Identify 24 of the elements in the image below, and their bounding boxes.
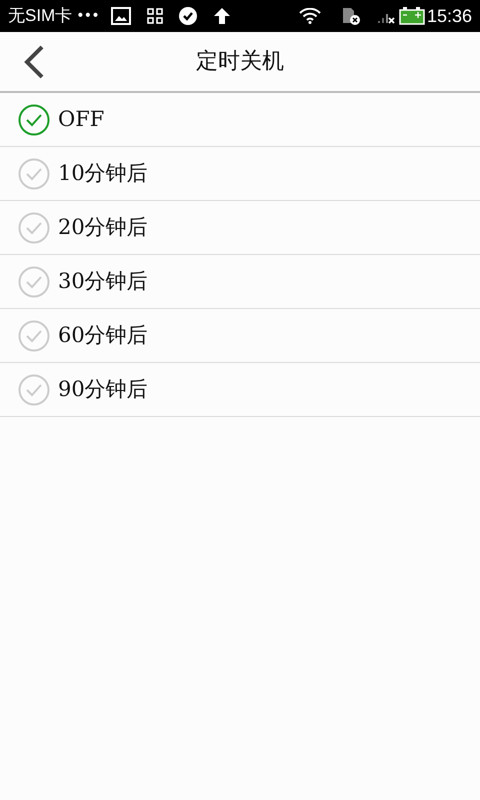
timer-option[interactable]: OFF — [0, 93, 480, 147]
battery-icon — [398, 7, 425, 25]
check-circle-icon — [178, 7, 197, 25]
more-notifications-text: ••• — [76, 6, 99, 26]
grid-icon — [146, 8, 163, 24]
option-label: 10分钟后 — [58, 160, 148, 187]
sim-card-error-icon — [340, 7, 361, 25]
page-title: 定时关机 — [196, 48, 284, 76]
timer-option[interactable]: 60分钟后 — [0, 309, 480, 363]
option-label: 90分钟后 — [58, 376, 148, 403]
option-label: 60分钟后 — [58, 322, 148, 349]
back-chevron-icon — [23, 44, 45, 78]
option-label: 30分钟后 — [58, 268, 148, 295]
timer-option[interactable]: 30分钟后 — [0, 255, 480, 309]
timer-option[interactable]: 20分钟后 — [0, 201, 480, 255]
timer-option[interactable]: 10分钟后 — [0, 147, 480, 201]
option-label: OFF — [58, 106, 104, 133]
option-label: 20分钟后 — [58, 214, 148, 241]
timer-option[interactable]: 90分钟后 — [0, 363, 480, 417]
clock-text: 15:36 — [426, 4, 472, 28]
image-icon — [110, 7, 131, 25]
upload-arrow-icon — [212, 7, 231, 25]
carrier-text: 无SIM卡 — [8, 5, 72, 28]
wifi-icon — [298, 8, 321, 24]
